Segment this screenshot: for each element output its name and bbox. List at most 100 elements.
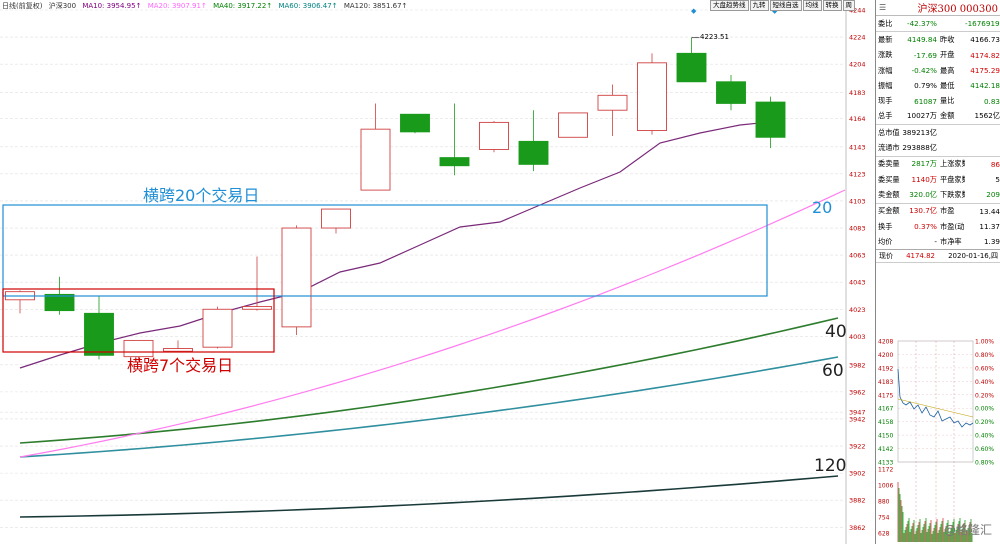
vol-label: 1172 (878, 467, 893, 474)
quote-value-2: 86 (990, 159, 1000, 169)
quote-value-2: 0.83 (983, 96, 1000, 106)
y-tick-label: 4043 (849, 279, 866, 287)
panel-header: ☰ 沪深300 000300 (876, 0, 1000, 16)
vol-label: 628 (878, 531, 890, 538)
quote-value-2: 13.44 (979, 206, 1000, 216)
mini-right-label: 0.80% (975, 460, 994, 467)
mini-right-label: 0.40% (975, 379, 994, 386)
y-tick-label: 3882 (849, 497, 866, 505)
candle-body (755, 101, 786, 138)
quote-label: 涨跌 (878, 50, 893, 60)
quote-value: 320.0亿 (909, 189, 937, 199)
legend-period: 日线(前复权) (2, 2, 43, 10)
quote-label: 现手 (878, 96, 893, 106)
quote-row: 买金额 130.7亿 市盈 13.44 (876, 204, 1000, 219)
quote-value: 0.37% (914, 222, 937, 231)
quote-label: 流通市值 (878, 143, 900, 153)
y-tick-label: 3982 (849, 361, 866, 369)
quote-label: 委卖量 (878, 159, 900, 169)
top-marker: ◆ (691, 7, 697, 15)
y-tick-label: 4083 (849, 225, 866, 233)
quote-row: 振幅 0.79% 最低 4142.18 (876, 78, 1000, 93)
quote-row: 委卖量 2817万上涨家数 86 (876, 157, 1000, 172)
quote-value-2: 209 (986, 190, 1000, 200)
kline-chart[interactable]: 4244422442044183416441434123410340834063… (0, 0, 875, 544)
panel-title: 沪深300 000300 (917, 4, 998, 15)
candle-body (163, 348, 193, 352)
quote-label: 总市值 (878, 127, 900, 137)
y-tick-label: 3922 (849, 443, 866, 451)
quote-value: 2817万 (911, 159, 937, 169)
candle-body (479, 121, 509, 150)
quote-label-2: 最低 (940, 80, 955, 90)
quote-value-2: -16769195 (965, 19, 1000, 29)
mini-left-label: 4208 (878, 339, 893, 346)
toolbar-nine-button[interactable]: 九转 (749, 0, 769, 11)
y-tick-label: 4183 (849, 89, 866, 97)
quote-value: -42.37% (907, 19, 937, 29)
quote-row: 现手 61087 量比 0.83 (876, 93, 1000, 108)
quote-label: 委比 (878, 18, 893, 28)
menu-icon[interactable]: ☰ (879, 3, 886, 12)
intraday-chart[interactable]: 4208 1.00% 4200 0.80% 4192 0.60% 4183 0.40% 4175… (876, 337, 1000, 544)
quote-label-2: 上涨家数 (940, 159, 965, 169)
quote-rows: 委比-42.37%-16769195最新4149.84昨收4166.73涨跌-1… (876, 16, 1000, 249)
chart-toolbar: 大盘趋势线 九转 短线自选 均线 转换 周 (710, 0, 855, 11)
quote-value-2: 1.39 (983, 237, 1000, 247)
quote-label: 涨幅 (878, 65, 893, 75)
toolbar-week-button[interactable]: 周 (842, 0, 855, 11)
range7-label: 横跨7个交易日 (127, 356, 234, 375)
ma10-line (19, 121, 771, 369)
quote-value-2: 4142.18 (970, 81, 1000, 91)
ma40-label: 40 (825, 322, 847, 342)
candle-body (518, 140, 549, 165)
mini-right-label: 1.00% (975, 339, 994, 346)
y-tick-label: 4003 (849, 333, 866, 341)
y-tick-label: 3962 (849, 388, 866, 396)
ma-legend: 日线(前复权) 沪深300 MA10: 3954.95↑ MA20: 3907.… (2, 1, 411, 11)
y-tick-label: 4143 (849, 143, 866, 151)
legend-ma120: MA120: 3851.67↑ (343, 2, 408, 10)
ma20-label: 20 (812, 198, 833, 217)
quote-label: 换手 (878, 221, 893, 231)
quote-value-2: 4166.73 (970, 35, 1000, 45)
quote-value: 130.7亿 (909, 206, 937, 216)
quote-label-2: 平盘家数 (940, 174, 965, 184)
legend-ma60: MA60: 3906.47↑ (278, 2, 338, 10)
toolbar-trend-button[interactable]: 大盘趋势线 (710, 0, 749, 11)
vol-label: 880 (878, 499, 890, 506)
quote-value: 293888亿 (902, 143, 937, 153)
y-tick-label: 4164 (849, 115, 866, 123)
mini-right-label: 0.80% (975, 352, 994, 359)
quote-value: 1140万 (911, 174, 937, 184)
legend-ma40: MA40: 3917.22↑ (213, 2, 273, 10)
caption-date: 2020-01-16,四 (948, 252, 998, 261)
quote-value-2: 1562亿 (974, 111, 1000, 121)
mini-left-label: 4183 (878, 379, 893, 386)
mini-right-label: 0.60% (975, 446, 994, 453)
toolbar-ma-button[interactable]: 均线 (802, 0, 822, 11)
candle-body (44, 293, 75, 312)
quote-value-2: 4175.29 (970, 66, 1000, 76)
legend-ma10: MA10: 3954.95↑ (82, 2, 142, 10)
y-tick-label: 4023 (849, 306, 866, 314)
vol-label: 754 (878, 515, 890, 522)
quote-label-2: 下跌家数 (940, 189, 965, 199)
mini-right-label: 0.40% (975, 433, 994, 440)
quote-label-2: 金额 (940, 111, 955, 121)
kline-chart-area[interactable]: 4244 4224 4204 4183 4164 4143 4123 4103 4083 4063… (0, 0, 875, 544)
mini-left-label: 4175 (878, 392, 893, 399)
toolbar-watchlist-button[interactable]: 短线自选 (769, 0, 802, 11)
mini-right-label: 0.00% (975, 406, 994, 413)
legend-index: 沪深300 (48, 2, 77, 10)
y-tick-label: 4123 (849, 170, 866, 178)
candle-body (281, 227, 312, 328)
quote-value-2: 4174.82 (970, 50, 1000, 60)
ma60-label: 60 (822, 361, 844, 381)
quote-label: 均价 (878, 236, 893, 246)
caption-label: 现价 (879, 252, 893, 261)
toolbar-switch-button[interactable]: 转换 (822, 0, 842, 11)
quote-value: 61087 (914, 96, 937, 106)
candle-body (439, 157, 470, 167)
intraday-caption: 现价 4174.82 2020-01-16,四 (876, 249, 1000, 264)
